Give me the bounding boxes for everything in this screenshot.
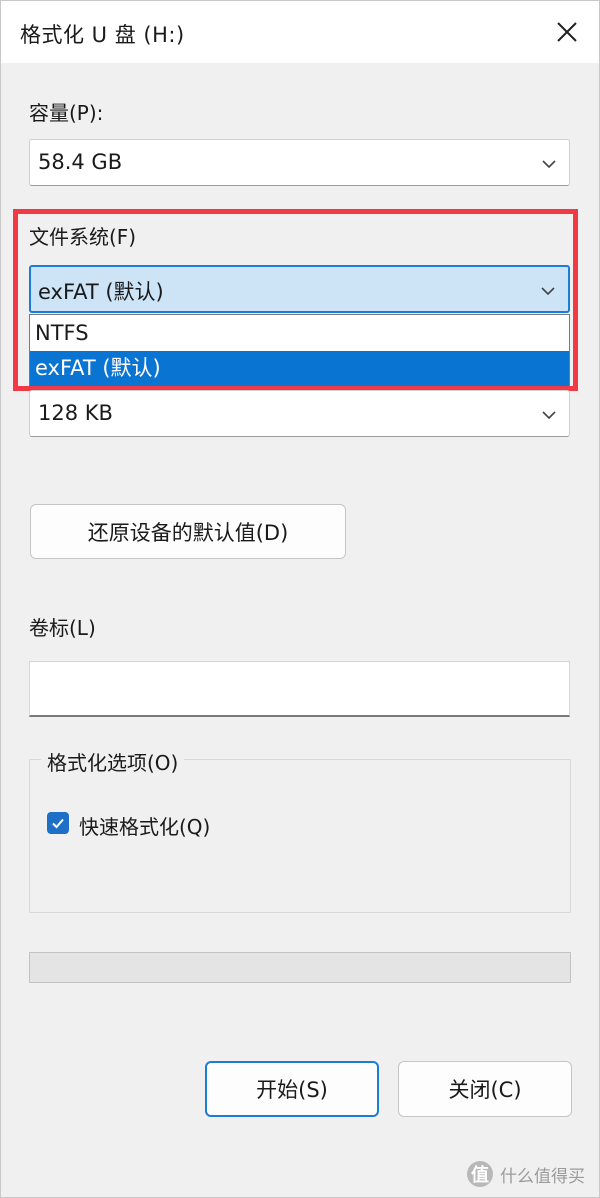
allocation-size-value: 128 KB	[38, 401, 113, 425]
capacity-select[interactable]: 58.4 GB	[29, 139, 570, 186]
volume-label-label: 卷标(L)	[29, 616, 96, 640]
format-options-legend: 格式化选项(O)	[41, 747, 185, 776]
allocation-size-select[interactable]: 128 KB	[29, 390, 570, 437]
watermark-text: 什么值得买	[500, 1166, 585, 1187]
watermark-logo: 值	[467, 1161, 493, 1187]
capacity-label: 容量(P):	[29, 101, 104, 125]
format-dialog: 格式化 U 盘 (H:) 容量(P): 58.4 GB 文件系统(F) exFA…	[0, 0, 600, 1198]
chevron-down-icon	[542, 411, 556, 420]
quick-format-label[interactable]: 快速格式化(Q)	[79, 811, 210, 840]
format-progress-bar	[29, 952, 571, 983]
volume-label-input[interactable]	[29, 661, 570, 717]
checkmark-icon	[52, 818, 64, 829]
chevron-down-icon	[542, 160, 556, 169]
annotation-highlight-box	[13, 209, 578, 391]
capacity-value: 58.4 GB	[38, 150, 123, 174]
close-icon	[557, 22, 577, 42]
title-bar: 格式化 U 盘 (H:)	[1, 1, 599, 63]
window-title: 格式化 U 盘 (H:)	[20, 23, 185, 47]
quick-format-checkbox[interactable]	[47, 812, 69, 834]
close-window-button[interactable]	[547, 13, 587, 51]
start-button[interactable]: 开始(S)	[205, 1061, 379, 1117]
restore-defaults-button[interactable]: 还原设备的默认值(D)	[30, 504, 346, 559]
close-button[interactable]: 关闭(C)	[398, 1061, 572, 1117]
watermark: 值 什么值得买	[467, 1161, 585, 1187]
